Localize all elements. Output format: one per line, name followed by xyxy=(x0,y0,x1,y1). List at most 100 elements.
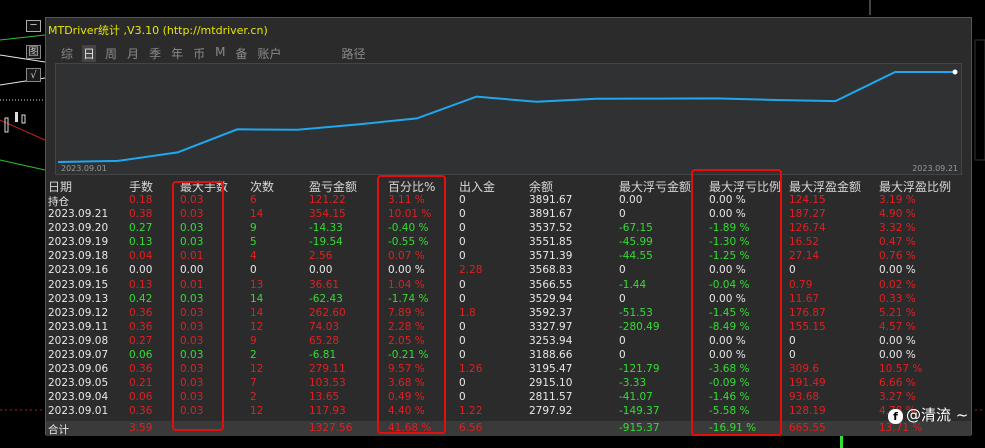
equity-curve-svg xyxy=(57,69,958,163)
highlight-percent xyxy=(377,175,446,434)
cell-max-float-profit-pct: 0.47 % xyxy=(879,236,916,249)
cell-balance: 3568.83 xyxy=(529,264,573,277)
tab-2[interactable]: 周 xyxy=(104,45,118,62)
cell-max-float-profit: 128.19 xyxy=(789,405,826,418)
cell-balance: 3529.94 xyxy=(529,292,573,305)
cell-cash-flow: 0 xyxy=(459,208,466,221)
cell-count: 9 xyxy=(250,222,257,235)
cell-balance: 2797.92 xyxy=(529,405,573,418)
tab-9[interactable]: 账户 xyxy=(256,45,282,62)
cell-balance: 3891.67 xyxy=(529,194,573,206)
tab-1[interactable]: 日 xyxy=(82,45,97,62)
tab-7[interactable]: M xyxy=(214,45,226,62)
cell-cash-flow: 0 xyxy=(459,278,466,291)
cell-lots: 0.06 xyxy=(129,349,153,362)
column-header-max-float-profit[interactable]: 最大浮盈金额 xyxy=(789,178,861,195)
cell-count: 4 xyxy=(250,250,257,263)
cell-max-float-profit: 0 xyxy=(789,334,796,347)
column-header-balance[interactable]: 余额 xyxy=(529,178,553,195)
cell-max-drawdown: -51.53 xyxy=(619,306,653,319)
cell-lots: 0.00 xyxy=(129,264,153,277)
watermark-logo-icon: f xyxy=(888,409,903,424)
cell-lots: 0.36 xyxy=(129,363,153,376)
cell-max-float-profit-pct: 0.00 % xyxy=(879,349,916,362)
cell-count: 12 xyxy=(250,405,264,418)
tab-8[interactable]: 备 xyxy=(234,45,248,62)
cell-max-float-profit: 27.14 xyxy=(789,250,820,263)
cell-lots: 0.06 xyxy=(129,391,153,404)
cell-pnl: 2.56 xyxy=(309,250,333,263)
chart-toggle-button[interactable]: 图 xyxy=(26,45,41,59)
tab-6[interactable]: 币 xyxy=(192,45,206,62)
cell-lots: 0.13 xyxy=(129,278,153,291)
cell-max-float-profit: 0 xyxy=(789,349,796,362)
cell-balance: 3592.37 xyxy=(529,306,573,319)
total-cash-flow: 6.56 xyxy=(459,422,483,434)
cell-pnl: 117.93 xyxy=(309,405,346,418)
cell-pnl: 36.61 xyxy=(309,278,340,291)
column-header-max-drawdown[interactable]: 最大浮亏金额 xyxy=(619,178,691,195)
cell-pnl: -62.43 xyxy=(309,292,343,305)
cell-max-float-profit: 93.68 xyxy=(789,391,820,404)
cell-max-float-profit-pct: 6.66 % xyxy=(879,377,916,390)
cell-max-float-profit: 191.49 xyxy=(789,377,826,390)
cell-max-drawdown: 0.00 xyxy=(619,194,643,206)
cell-date: 2023.09.13 xyxy=(48,292,109,305)
tab-5[interactable]: 年 xyxy=(170,45,184,62)
equity-chart: 2023.09.01 2023.09.21 xyxy=(55,63,962,175)
chart-end-date: 2023.09.21 xyxy=(912,164,958,173)
cell-balance: 3537.52 xyxy=(529,222,573,235)
cell-lots: 0.38 xyxy=(129,208,153,221)
highlight-max-drawdown-pct xyxy=(691,169,782,436)
cell-count: 6 xyxy=(250,194,257,206)
cell-cash-flow: 0 xyxy=(459,391,466,404)
tab-3[interactable]: 月 xyxy=(126,45,140,62)
cell-balance: 3891.67 xyxy=(529,208,573,221)
cell-count: 2 xyxy=(250,391,257,404)
column-header-count[interactable]: 次数 xyxy=(250,178,274,195)
cell-cash-flow: 0 xyxy=(459,334,466,347)
cell-cash-flow: 2.28 xyxy=(459,264,483,277)
cell-count: 12 xyxy=(250,363,264,376)
cell-date: 持仓 xyxy=(48,196,69,208)
cell-max-drawdown: -3.33 xyxy=(619,377,647,390)
column-header-lots[interactable]: 手数 xyxy=(129,178,153,195)
cell-max-float-profit-pct: 0.76 % xyxy=(879,250,916,263)
cell-max-drawdown: 0 xyxy=(619,264,626,277)
cell-date: 2023.09.16 xyxy=(48,264,109,277)
cell-max-drawdown: 0 xyxy=(619,208,626,221)
column-header-date[interactable]: 日期 xyxy=(48,178,72,195)
cell-pnl: -19.54 xyxy=(309,236,343,249)
cell-balance: 3571.39 xyxy=(529,250,573,263)
tab-4[interactable]: 季 xyxy=(148,45,162,62)
cell-count: 7 xyxy=(250,377,257,390)
cell-date: 2023.09.18 xyxy=(48,250,109,263)
total-date: 合计 xyxy=(48,424,69,436)
cell-max-float-profit: 309.6 xyxy=(789,363,820,376)
cell-count: 5 xyxy=(250,236,257,249)
cell-count: 12 xyxy=(250,320,264,333)
cell-date: 2023.09.08 xyxy=(48,334,109,347)
cell-cash-flow: 0 xyxy=(459,377,466,390)
minimize-button[interactable]: ─ xyxy=(26,20,41,32)
cell-count: 14 xyxy=(250,208,264,221)
cell-max-float-profit: 155.15 xyxy=(789,320,826,333)
cell-date: 2023.09.12 xyxy=(48,306,109,319)
cell-max-drawdown: -121.79 xyxy=(619,363,660,376)
cell-pnl: 279.11 xyxy=(309,363,346,376)
equity-end-point xyxy=(952,69,958,75)
column-header-pnl[interactable]: 盈亏金额 xyxy=(309,178,357,195)
cell-max-float-profit-pct: 0.00 % xyxy=(879,334,916,347)
column-header-cash-flow[interactable]: 出入金 xyxy=(459,178,495,195)
check-button[interactable]: √ xyxy=(26,68,41,82)
tab-0[interactable]: 综 xyxy=(60,45,74,62)
cell-cash-flow: 0 xyxy=(459,222,466,235)
cell-balance: 2915.10 xyxy=(529,377,573,390)
window-title: MTDriver统计 ,V3.10 (http://mtdriver.cn) xyxy=(48,24,268,37)
cell-count: 14 xyxy=(250,292,264,305)
tab-10[interactable]: 路径 xyxy=(341,45,367,62)
equity-line xyxy=(57,71,955,163)
cell-lots: 0.04 xyxy=(129,250,153,263)
cell-cash-flow: 0 xyxy=(459,194,466,206)
column-header-max-float-profit-pct[interactable]: 最大浮盈比例 xyxy=(879,178,951,195)
